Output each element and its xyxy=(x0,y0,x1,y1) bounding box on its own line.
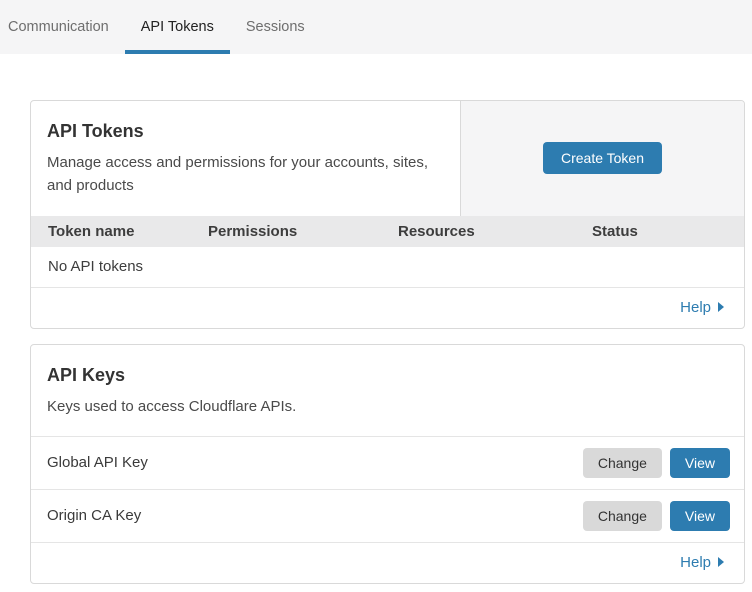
tokens-col-resources: Resources xyxy=(398,223,592,240)
api-keys-help-label: Help xyxy=(680,554,711,571)
tab-sessions-label: Sessions xyxy=(246,19,305,35)
right-triangle-icon xyxy=(718,557,724,567)
global-api-key-label: Global API Key xyxy=(47,454,148,471)
global-api-key-actions: Change View xyxy=(583,448,730,478)
origin-ca-key-change-button[interactable]: Change xyxy=(583,501,662,531)
tab-bar: Communication API Tokens Sessions xyxy=(0,0,752,54)
api-keys-card-header: API Keys Keys used to access Cloudflare … xyxy=(31,345,744,437)
tokens-col-token-name: Token name xyxy=(48,223,208,240)
origin-ca-key-label: Origin CA Key xyxy=(47,507,141,524)
api-tokens-description: Manage access and permissions for your a… xyxy=(47,151,444,198)
right-triangle-icon xyxy=(718,302,724,312)
api-tokens-title: API Tokens xyxy=(47,121,444,142)
api-keys-help-link[interactable]: Help xyxy=(680,554,724,571)
global-api-key-row: Global API Key Change View xyxy=(31,437,744,490)
origin-ca-key-view-button[interactable]: View xyxy=(670,501,730,531)
api-tokens-card-header: API Tokens Manage access and permissions… xyxy=(31,101,744,216)
api-tokens-card-action-area: Create Token xyxy=(460,101,744,216)
api-tokens-card-footer: Help xyxy=(31,288,744,328)
tokens-empty-message: No API tokens xyxy=(48,258,143,275)
api-tokens-help-label: Help xyxy=(680,299,711,316)
api-tokens-card: API Tokens Manage access and permissions… xyxy=(30,100,745,329)
tab-communication-label: Communication xyxy=(8,19,109,35)
api-keys-title: API Keys xyxy=(47,365,728,386)
global-api-key-change-button[interactable]: Change xyxy=(583,448,662,478)
origin-ca-key-actions: Change View xyxy=(583,501,730,531)
tokens-table-header: Token name Permissions Resources Status xyxy=(31,216,744,247)
api-tokens-help-link[interactable]: Help xyxy=(680,299,724,316)
api-keys-card: API Keys Keys used to access Cloudflare … xyxy=(30,344,745,584)
global-api-key-view-button[interactable]: View xyxy=(670,448,730,478)
tab-sessions[interactable]: Sessions xyxy=(230,0,321,54)
api-tokens-card-header-text: API Tokens Manage access and permissions… xyxy=(31,101,460,216)
tab-api-tokens-label: API Tokens xyxy=(141,19,214,35)
api-keys-card-footer: Help xyxy=(31,543,744,583)
create-token-button[interactable]: Create Token xyxy=(543,142,662,174)
tokens-empty-row: No API tokens xyxy=(31,247,744,288)
api-keys-description: Keys used to access Cloudflare APIs. xyxy=(47,395,447,418)
tab-communication[interactable]: Communication xyxy=(8,0,125,54)
origin-ca-key-row: Origin CA Key Change View xyxy=(31,490,744,543)
tokens-col-permissions: Permissions xyxy=(208,223,398,240)
tab-api-tokens[interactable]: API Tokens xyxy=(125,0,230,54)
tokens-col-status: Status xyxy=(592,223,744,240)
